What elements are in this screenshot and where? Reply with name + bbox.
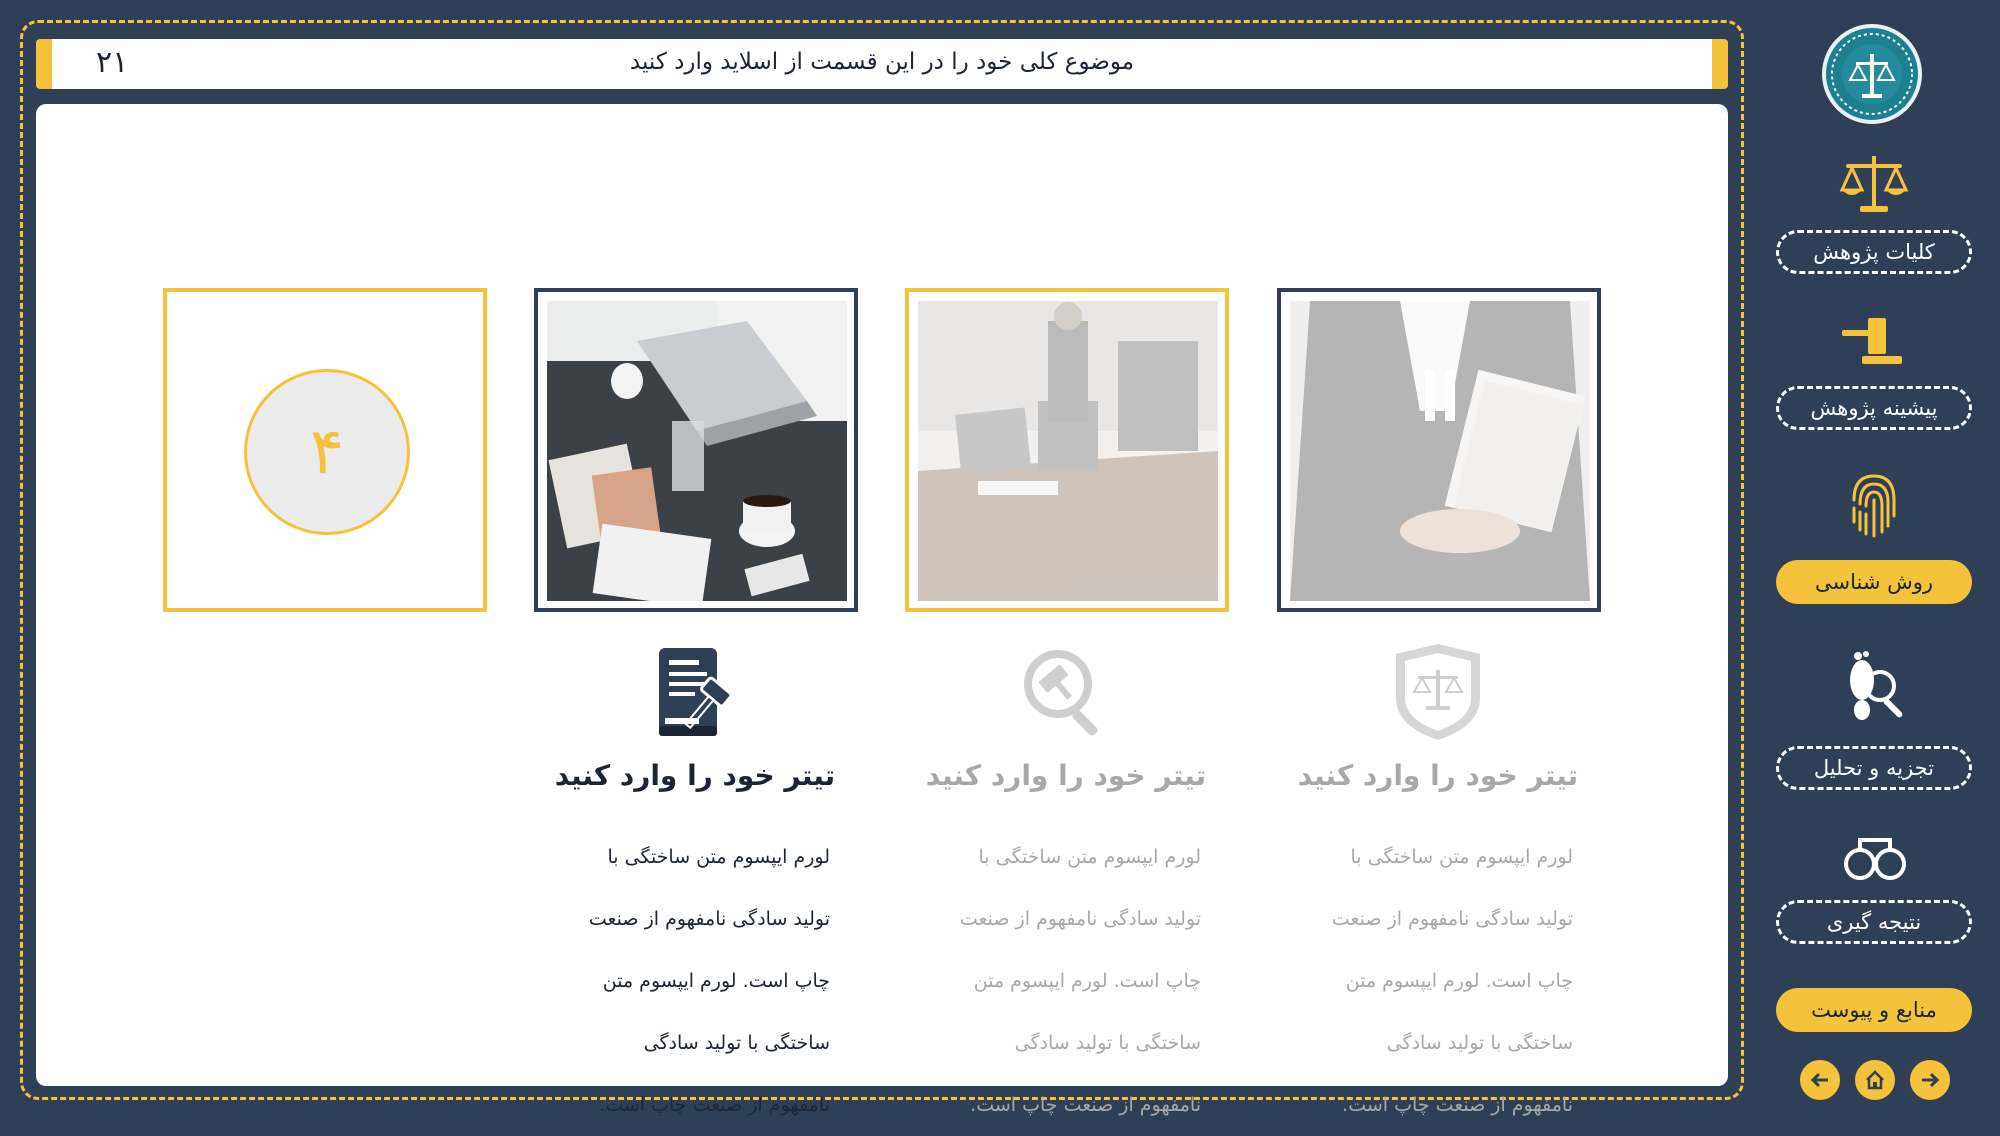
text-line: لورم ایپسوم متن ساختگی با bbox=[978, 846, 1202, 868]
number-card: ۴ bbox=[163, 288, 487, 612]
text-line: لورم ایپسوم متن ساختگی با bbox=[607, 846, 831, 868]
handcuffs-icon bbox=[1840, 830, 1910, 890]
title-bar: ۲۱ موضوع کلی خود را در این قسمت از اسلای… bbox=[36, 39, 1728, 89]
step-number: ۴ bbox=[244, 369, 410, 535]
slide-title: موضوع کلی خود را در این قسمت از اسلاید و… bbox=[629, 49, 1135, 75]
text-line: ساختگی با تولید سادگی bbox=[1014, 1032, 1201, 1054]
column-body: لورم ایپسوم متن ساختگی با تولید سادگی نا… bbox=[935, 826, 1201, 1136]
office-desk-laptop-photo bbox=[547, 301, 847, 601]
text-line: تولید سادگی نامفهوم از صنعت bbox=[959, 908, 1201, 930]
lawyer-holding-files-photo bbox=[1290, 301, 1590, 601]
text-line: چاپ است. لورم ایپسوم متن bbox=[1345, 970, 1573, 992]
text-line: ساختگی با تولید سادگی bbox=[643, 1032, 830, 1054]
meeting-room-photo: BEST TRADING STRATEGIES bbox=[918, 301, 1218, 601]
column-body: لورم ایپسوم متن ساختگی با تولید سادگی نا… bbox=[564, 826, 830, 1136]
text-line: نامفهوم از صنعت چاپ است. bbox=[1342, 1094, 1573, 1116]
arrow-left-icon[interactable] bbox=[1800, 1060, 1840, 1100]
nav-item-methodology[interactable]: روش شناسی bbox=[1776, 560, 1972, 604]
law-school-seal-logo bbox=[1822, 24, 1922, 124]
nav-item-research-background[interactable]: پیشینه پژوهش bbox=[1776, 386, 1972, 430]
nav-item-research-overview[interactable]: کلیات پژوهش bbox=[1776, 230, 1972, 274]
gavel-magnifier-icon bbox=[1016, 642, 1116, 742]
column-title: تیتر خود را وارد کنید bbox=[554, 759, 836, 792]
gavel-icon bbox=[1838, 312, 1910, 372]
text-line: لورم ایپسوم متن ساختگی با bbox=[1350, 846, 1574, 868]
footprint-magnifier-icon bbox=[1840, 646, 1910, 730]
text-line: نامفهوم از صنعت چاپ است. bbox=[970, 1094, 1201, 1116]
photo-watermark: BEST TRADING STRATEGIES bbox=[1074, 587, 1212, 597]
photo-card-lawyer[interactable] bbox=[1277, 288, 1601, 612]
home-icon[interactable] bbox=[1855, 1060, 1895, 1100]
fingerprint-icon bbox=[1848, 470, 1900, 544]
scales-icon bbox=[1838, 152, 1910, 218]
sidebar: کلیات پژوهش پیشینه پژوهش روش شناسی تجزیه… bbox=[1770, 0, 2000, 1125]
column-body: لورم ایپسوم متن ساختگی با تولید سادگی نا… bbox=[1307, 826, 1573, 1136]
text-line: تولید سادگی نامفهوم از صنعت bbox=[1331, 908, 1573, 930]
text-line: چاپ است. لورم ایپسوم متن bbox=[973, 970, 1201, 992]
arrow-right-icon[interactable] bbox=[1910, 1060, 1950, 1100]
photo-card-meeting[interactable]: BEST TRADING STRATEGIES bbox=[905, 288, 1229, 612]
nav-item-references[interactable]: منابع و پیوست bbox=[1776, 988, 1972, 1032]
text-line: ساختگی با تولید سادگی bbox=[1386, 1032, 1573, 1054]
column-title: تیتر خود را وارد کنید bbox=[925, 759, 1207, 792]
column-title: تیتر خود را وارد کنید bbox=[1297, 759, 1579, 792]
text-line: تولید سادگی نامفهوم از صنعت bbox=[588, 908, 830, 930]
nav-item-conclusion[interactable]: نتیجه گیری bbox=[1776, 900, 1972, 944]
content-panel: ۴ BEST TRADING STRATEGIES تیتر خود را وا… bbox=[36, 104, 1728, 1116]
text-line: نامفهوم از صنعت چاپ است. bbox=[599, 1094, 830, 1116]
photo-card-office[interactable] bbox=[534, 288, 858, 612]
law-book-gavel-icon bbox=[645, 642, 745, 742]
text-line: چاپ است. لورم ایپسوم متن bbox=[602, 970, 830, 992]
scales-shield-icon bbox=[1388, 642, 1488, 742]
nav-item-analysis[interactable]: تجزیه و تحلیل bbox=[1776, 746, 1972, 790]
